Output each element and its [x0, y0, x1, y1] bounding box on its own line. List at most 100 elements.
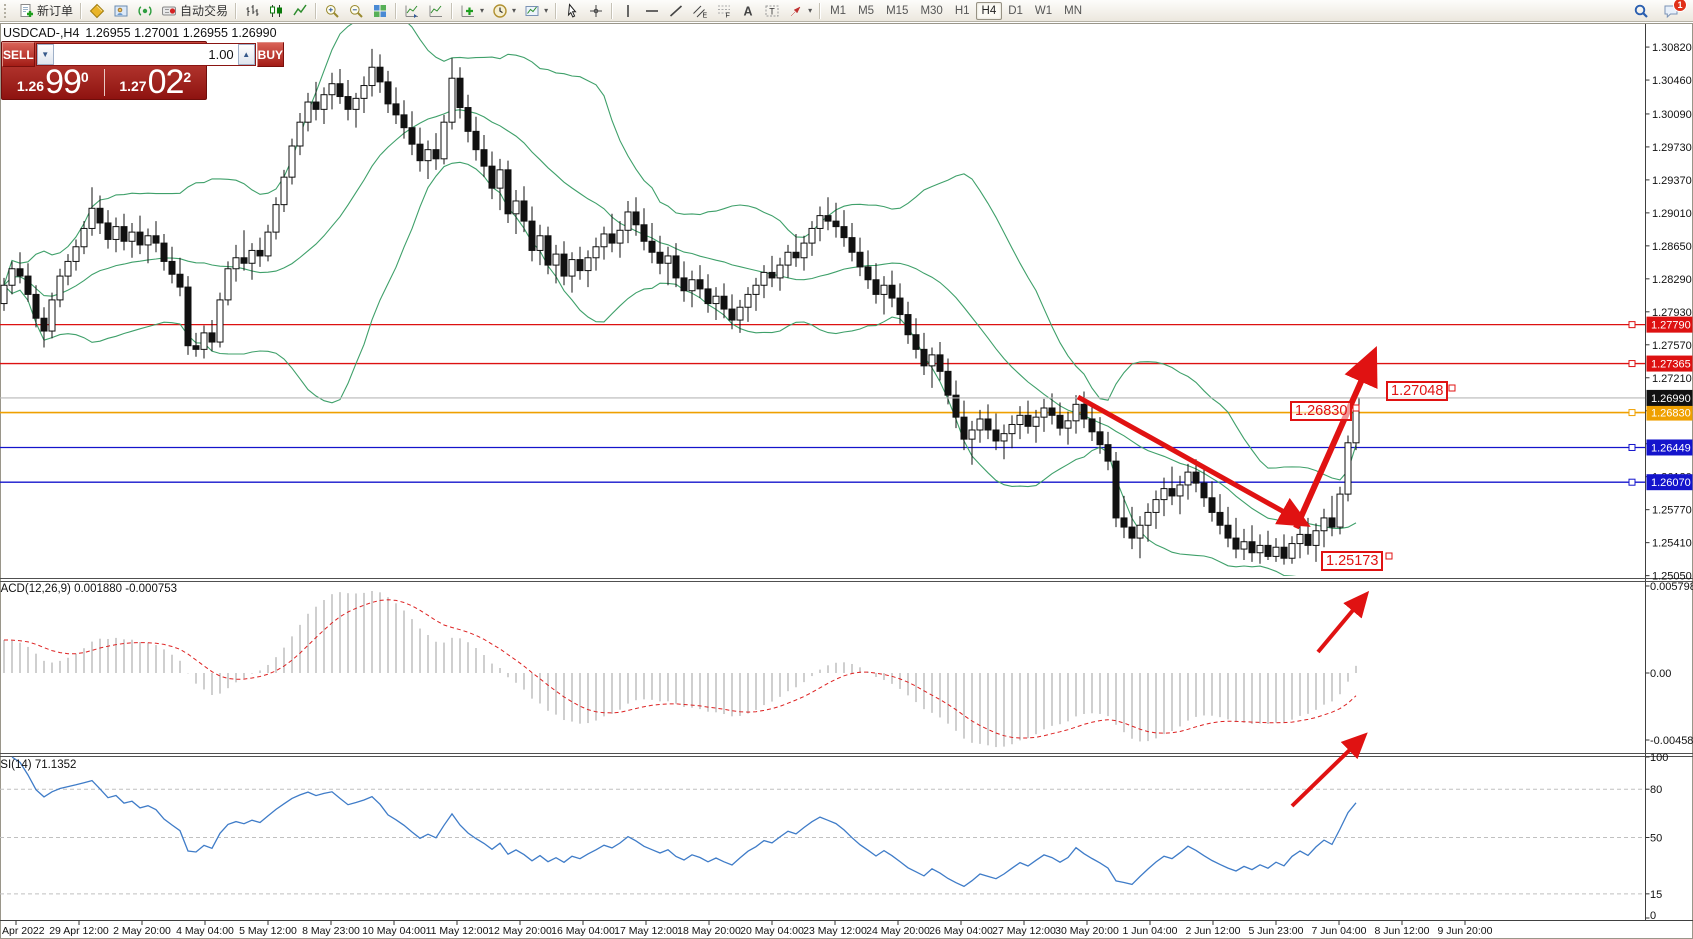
- candle-body: [897, 298, 903, 314]
- timeframe-w1-button[interactable]: W1: [1029, 2, 1058, 20]
- periods-clock-button[interactable]: ▾: [488, 1, 520, 20]
- crosshair-button[interactable]: [584, 1, 608, 20]
- zoom-out-icon: [348, 3, 364, 19]
- new-order-button[interactable]: 新订单: [14, 1, 77, 20]
- tile-windows-button[interactable]: [368, 1, 392, 20]
- text-button[interactable]: A: [736, 1, 760, 20]
- timeframe-h1-button[interactable]: H1: [949, 2, 976, 20]
- candle-body: [545, 236, 551, 265]
- price-tick-label: 1.28650: [1652, 241, 1692, 253]
- volume-decrease-button[interactable]: ▼: [37, 44, 54, 65]
- macd-indicator-label: MACD(12,26,9) 0.001880 -0.000753: [0, 583, 177, 595]
- cursor-button[interactable]: [560, 1, 584, 20]
- sell-price-button[interactable]: 1.26990: [2, 67, 104, 98]
- new-chart-icon: [428, 3, 444, 19]
- timeframe-mn-button[interactable]: MN: [1058, 2, 1088, 20]
- timeframe-m15-button[interactable]: M15: [880, 2, 914, 20]
- annotation-breakout-level[interactable]: 1.26830: [1290, 401, 1352, 421]
- market-watch-button[interactable]: [85, 1, 109, 20]
- autotrading-button[interactable]: 自动交易: [157, 1, 232, 20]
- time-tick-label: 7 Jun 04:00: [1312, 925, 1367, 937]
- candle-body: [1185, 472, 1191, 485]
- add-indicator-button[interactable]: ▾: [456, 1, 488, 20]
- candle-body: [297, 122, 303, 146]
- level-anchor-square: [1629, 322, 1635, 328]
- annotation-swing-low[interactable]: 1.25173: [1321, 551, 1383, 571]
- macd-scale-label: 0.005798: [1650, 581, 1693, 593]
- navigator-button[interactable]: [109, 1, 133, 20]
- timeframe-m1-button[interactable]: M1: [824, 2, 852, 20]
- search-icon: [1633, 3, 1649, 19]
- equidistant-channel-button[interactable]: E: [688, 1, 712, 20]
- timeframe-h4-button[interactable]: H4: [976, 2, 1003, 20]
- candle-body: [753, 285, 759, 294]
- candle-body: [1105, 445, 1111, 461]
- rsi-indicator-label: RSI(14) 71.1352: [0, 759, 76, 771]
- candle-body: [1289, 544, 1295, 559]
- zoom-in-button[interactable]: [320, 1, 344, 20]
- candle-body: [257, 250, 263, 255]
- volume-increase-button[interactable]: ▲: [238, 44, 255, 65]
- arrows-button[interactable]: ▾: [784, 1, 816, 20]
- sell-button[interactable]: SELL: [2, 42, 35, 67]
- timeframe-m5-button[interactable]: M5: [852, 2, 880, 20]
- chart-candles-button[interactable]: [264, 1, 288, 20]
- candle-body: [137, 232, 143, 245]
- trendline-button[interactable]: [664, 1, 688, 20]
- candle-body: [1057, 415, 1063, 428]
- fibonacci-button[interactable]: F: [712, 1, 736, 20]
- volume-input[interactable]: [54, 44, 238, 65]
- candle-body: [1049, 408, 1055, 415]
- candle-body: [177, 274, 183, 287]
- time-tick-label: 4 May 04:00: [176, 925, 234, 937]
- price-label-text: 1.26830: [1651, 408, 1691, 420]
- vertical-line-button[interactable]: [616, 1, 640, 20]
- new-chart-button[interactable]: [424, 1, 448, 20]
- zoom-out-button[interactable]: [344, 1, 368, 20]
- time-tick-label: 5 May 12:00: [239, 925, 297, 937]
- horizontal-line-button[interactable]: [640, 1, 664, 20]
- candle-body: [881, 285, 887, 294]
- candle-body: [1273, 547, 1279, 556]
- candle-body: [457, 78, 463, 107]
- alerts-button[interactable]: 1: [1659, 1, 1683, 20]
- templates-button[interactable]: ▾: [520, 1, 552, 20]
- timeframe-m30-button[interactable]: M30: [914, 2, 948, 20]
- buy-price-button[interactable]: 1.27022: [105, 67, 207, 98]
- vertical-line-icon: [620, 3, 636, 19]
- text-label-button[interactable]: T: [760, 1, 784, 20]
- macd-scale-label: -0.004582: [1650, 735, 1693, 747]
- candle-body: [25, 276, 31, 294]
- level-anchor-square: [1629, 444, 1635, 450]
- svg-text:E: E: [703, 12, 708, 19]
- toolbar-drag-handle[interactable]: [4, 4, 10, 18]
- price-tick-label: 1.28290: [1652, 274, 1692, 286]
- candle-body: [1137, 525, 1143, 538]
- signals-button[interactable]: [133, 1, 157, 20]
- candle-body: [929, 355, 935, 366]
- candle-body: [577, 260, 583, 271]
- chart-canvas[interactable]: 1.308201.304601.300901.297301.293701.290…: [0, 0, 1693, 939]
- chart-line-button[interactable]: [288, 1, 312, 20]
- new-order-icon: [18, 3, 34, 19]
- candle-body: [1193, 472, 1199, 483]
- candle-body: [569, 260, 575, 276]
- candle-body: [601, 234, 607, 247]
- timeframe-d1-button[interactable]: D1: [1002, 2, 1029, 20]
- price-label-text: 1.26449: [1651, 442, 1691, 454]
- candle-body: [1025, 415, 1031, 426]
- crosshair-icon: [588, 3, 604, 19]
- autotrading-label: 自动交易: [180, 2, 228, 19]
- buy-button[interactable]: BUY: [257, 42, 284, 67]
- candle-body: [121, 227, 127, 242]
- annotation-swing-high[interactable]: 1.27048: [1386, 381, 1448, 401]
- chart-bars-button[interactable]: [240, 1, 264, 20]
- new-order-label: 新订单: [37, 2, 73, 19]
- search-button[interactable]: [1629, 1, 1653, 20]
- dropdown-caret-icon: ▾: [544, 6, 548, 15]
- periods-clock-icon: [492, 3, 508, 19]
- chart-line-icon: [292, 3, 308, 19]
- candle-body: [73, 247, 79, 262]
- candle-body: [393, 104, 399, 115]
- indicators-button[interactable]: [400, 1, 424, 20]
